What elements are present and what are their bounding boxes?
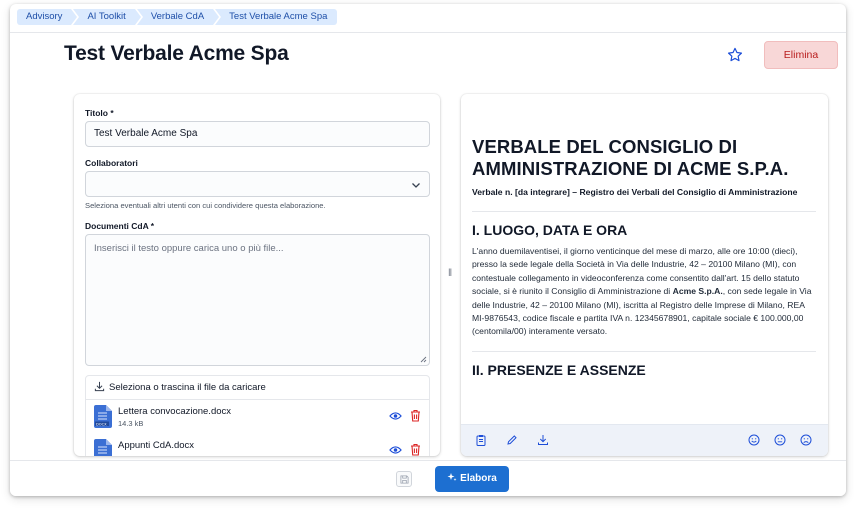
section-paragraph: L'anno duemilaventisei, il giorno ventic… — [472, 245, 816, 339]
company-name: Acme S.p.A. — [672, 286, 723, 297]
neutral-face-icon[interactable] — [774, 434, 786, 446]
footer-bar: Elabora — [10, 460, 846, 496]
upload-icon — [94, 381, 105, 392]
chevron-down-icon — [412, 183, 420, 188]
documents-textarea[interactable]: Inserisci il testo oppure carica uno o p… — [85, 234, 430, 366]
clipboard-icon[interactable] — [475, 434, 487, 446]
document-preview: VERBALE DEL CONSIGLIO DI AMMINISTRAZIONE… — [461, 94, 828, 456]
document-body: VERBALE DEL CONSIGLIO DI AMMINISTRAZIONE… — [461, 94, 828, 424]
star-icon[interactable] — [726, 46, 744, 64]
frown-icon[interactable] — [800, 434, 812, 446]
sparkle-icon — [447, 473, 457, 482]
section-heading: I. LUOGO, DATA E ORA — [472, 222, 628, 238]
breadcrumb-verbale-cda[interactable]: Verbale CdA — [136, 9, 220, 25]
docx-file-icon — [94, 439, 112, 456]
title-input-value: Test Verbale Acme Spa — [94, 128, 198, 139]
panel-resize-handle[interactable]: ‖ — [448, 268, 452, 279]
resize-handle-icon[interactable] — [420, 356, 427, 363]
delete-button[interactable]: Elimina — [764, 41, 838, 69]
documents-label: Documenti CdA * — [85, 221, 155, 231]
section-divider — [472, 350, 816, 352]
document-subtitle: Verbale n. [da integrare] – Registro dei… — [472, 187, 798, 197]
trash-icon[interactable] — [410, 409, 421, 422]
docx-file-icon: DOCX — [94, 405, 112, 428]
file-size: 14.3 kB — [118, 419, 144, 428]
save-icon — [400, 475, 409, 484]
breadcrumb-ai-toolkit[interactable]: AI Toolkit — [73, 9, 142, 25]
smile-icon[interactable] — [748, 434, 760, 446]
breadcrumb-current[interactable]: Test Verbale Acme Spa — [215, 9, 338, 25]
eye-icon[interactable] — [389, 411, 402, 421]
upload-label: Seleziona o trascina il file da caricare — [109, 382, 266, 393]
file-name: Appunti CdA.docx — [118, 440, 195, 451]
collaborators-hint: Seleziona eventuali altri utenti con cui… — [85, 201, 326, 210]
pencil-icon[interactable] — [506, 434, 518, 446]
header-divider — [10, 32, 846, 33]
save-button[interactable] — [396, 471, 412, 487]
page-title: Test Verbale Acme Spa — [64, 42, 289, 65]
trash-icon[interactable] — [410, 443, 421, 456]
title-label: Titolo * — [85, 108, 114, 118]
run-button[interactable]: Elabora — [435, 466, 509, 492]
file-item: Appunti CdA.docx — [86, 434, 429, 456]
title-input[interactable]: Test Verbale Acme Spa — [85, 121, 430, 147]
collaborators-label: Collaboratori — [85, 158, 138, 168]
document-title: VERBALE DEL CONSIGLIO DI AMMINISTRAZIONE… — [472, 136, 789, 179]
file-name: Lettera convocazione.docx — [118, 406, 232, 417]
form-card: Titolo * Test Verbale Acme Spa Collabora… — [74, 94, 440, 456]
breadcrumb: Advisory AI Toolkit Verbale CdA Test Ver… — [17, 9, 339, 25]
documents-placeholder: Inserisci il testo oppure carica uno o p… — [94, 243, 284, 254]
section-heading: II. PRESENZE E ASSENZE — [472, 361, 646, 378]
upload-dropzone[interactable]: Seleziona o trascina il file da caricare — [86, 376, 429, 400]
upload-area: Seleziona o trascina il file da caricare… — [85, 375, 430, 456]
app-window: Advisory AI Toolkit Verbale CdA Test Ver… — [10, 4, 846, 496]
eye-icon[interactable] — [389, 445, 402, 455]
run-label: Elabora — [460, 473, 497, 484]
collaborators-select[interactable] — [85, 171, 430, 197]
svg-text:DOCX: DOCX — [96, 422, 107, 426]
breadcrumb-advisory[interactable]: Advisory — [17, 9, 78, 25]
document-toolbar — [461, 424, 828, 456]
download-icon[interactable] — [537, 434, 549, 446]
section-divider — [472, 211, 816, 212]
file-item: DOCX Lettera convocazione.docx 14.3 kB — [86, 400, 429, 434]
